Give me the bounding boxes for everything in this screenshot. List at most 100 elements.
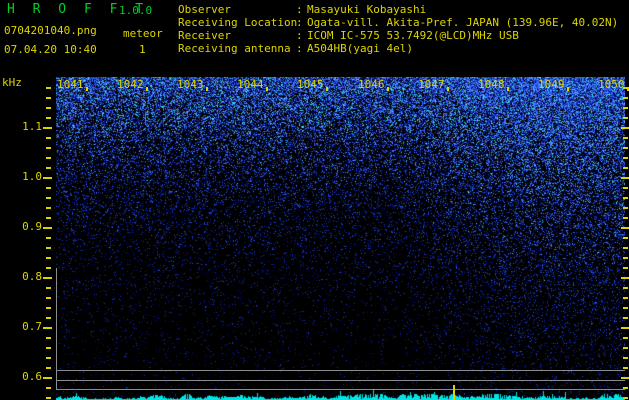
freq-tick-left bbox=[46, 97, 51, 99]
info-value: ICOM IC-575 53.7492(@LCD)MHz USB bbox=[307, 29, 519, 42]
freq-tick-right bbox=[623, 157, 628, 159]
freq-tick-right bbox=[623, 97, 628, 99]
freq-tick-right bbox=[621, 227, 629, 229]
app-version: 1.0.0 bbox=[119, 4, 153, 17]
info-label: Observer bbox=[178, 3, 231, 16]
freq-tick-right bbox=[623, 287, 628, 289]
freq-axis-label: 0.8 bbox=[22, 270, 42, 283]
freq-tick-left bbox=[46, 307, 51, 309]
time-tick bbox=[86, 87, 88, 91]
freq-axis-label: 0.6 bbox=[22, 370, 42, 383]
freq-tick-right bbox=[623, 247, 628, 249]
freq-tick-right bbox=[623, 347, 628, 349]
station-info: Observer: Masayuki Kobayashi Receiving Lo… bbox=[178, 3, 618, 55]
info-label: Receiving antenna bbox=[178, 42, 291, 55]
time-axis-label: 1044 bbox=[237, 78, 264, 91]
freq-tick-right bbox=[623, 147, 628, 149]
freq-tick-left bbox=[46, 247, 51, 249]
freq-tick-right bbox=[621, 177, 629, 179]
time-tick bbox=[326, 87, 328, 91]
time-axis-label: 1046 bbox=[358, 78, 385, 91]
freq-tick-left bbox=[46, 157, 51, 159]
freq-tick-left bbox=[46, 257, 51, 259]
freq-axis-label: 1.0 bbox=[22, 170, 42, 183]
time-axis-label: 1043 bbox=[177, 78, 204, 91]
info-row-antenna: Receiving antenna: A504HB(yagi 4el) bbox=[178, 42, 618, 55]
time-tick bbox=[447, 87, 449, 91]
time-axis-label: 1050 bbox=[598, 78, 625, 91]
info-separator: : bbox=[296, 42, 303, 55]
freq-tick-right bbox=[623, 107, 628, 109]
time-tick bbox=[567, 87, 569, 91]
time-axis-label: 1049 bbox=[538, 78, 565, 91]
freq-tick-right bbox=[623, 317, 628, 319]
info-value: A504HB(yagi 4el) bbox=[307, 42, 413, 55]
freq-tick-right bbox=[623, 137, 628, 139]
time-tick bbox=[387, 87, 389, 91]
info-row-observer: Observer: Masayuki Kobayashi bbox=[178, 3, 618, 16]
freq-tick-left bbox=[46, 217, 51, 219]
info-separator: : bbox=[296, 16, 303, 29]
echo-count: 1 bbox=[139, 43, 146, 56]
output-filename: 0704201040.png bbox=[4, 24, 97, 37]
freq-tick-left bbox=[46, 117, 51, 119]
time-tick bbox=[206, 87, 208, 91]
freq-tick-right bbox=[623, 187, 628, 189]
freq-tick-left bbox=[46, 297, 51, 299]
freq-tick-right bbox=[623, 257, 628, 259]
freq-tick-left bbox=[46, 287, 51, 289]
time-tick bbox=[146, 87, 148, 91]
freq-tick-left bbox=[46, 137, 51, 139]
time-axis-label: 1045 bbox=[297, 78, 324, 91]
freq-tick-left bbox=[46, 347, 51, 349]
freq-tick-right bbox=[623, 337, 628, 339]
freq-tick-left bbox=[46, 267, 51, 269]
time-axis-label: 1048 bbox=[478, 78, 505, 91]
hrofft-output: H R O F F T 1.0.0 0704201040.png meteor … bbox=[0, 0, 629, 400]
scale-line bbox=[56, 380, 625, 381]
freq-tick-left bbox=[46, 147, 51, 149]
freq-tick-left bbox=[43, 177, 52, 179]
freq-tick-left bbox=[46, 87, 51, 89]
info-row-receiver: Receiver: ICOM IC-575 53.7492(@LCD)MHz US… bbox=[178, 29, 618, 42]
info-separator: : bbox=[296, 29, 303, 42]
time-axis-label: 1041 bbox=[57, 78, 84, 91]
info-label: Receiver bbox=[178, 29, 231, 42]
freq-tick-right bbox=[623, 207, 628, 209]
freq-tick-right bbox=[623, 267, 628, 269]
freq-tick-left bbox=[46, 107, 51, 109]
time-axis-label: 1047 bbox=[418, 78, 445, 91]
freq-tick-left bbox=[43, 277, 52, 279]
freq-tick-left bbox=[43, 127, 52, 129]
freq-tick-right bbox=[623, 237, 628, 239]
freq-tick-right bbox=[623, 217, 628, 219]
freq-tick-left bbox=[46, 317, 51, 319]
freq-tick-left bbox=[46, 397, 51, 399]
freq-tick-left bbox=[46, 187, 51, 189]
freq-tick-left bbox=[46, 387, 51, 389]
freq-tick-right bbox=[621, 377, 629, 379]
freq-tick-right bbox=[621, 127, 629, 129]
freq-tick-right bbox=[623, 297, 628, 299]
scale-line bbox=[56, 370, 625, 371]
freq-tick-right bbox=[623, 117, 628, 119]
plot-left-border bbox=[56, 268, 57, 389]
freq-axis-label: 1.1 bbox=[22, 120, 42, 133]
freq-tick-right bbox=[623, 357, 628, 359]
freq-tick-left bbox=[46, 367, 51, 369]
info-value: Ogata-vill. Akita-Pref. JAPAN (139.96E, … bbox=[307, 16, 619, 29]
freq-unit-label: kHz bbox=[2, 76, 22, 89]
freq-tick-right bbox=[623, 307, 628, 309]
info-row-location: Receiving Location: Ogata-vill. Akita-Pre… bbox=[178, 16, 618, 29]
info-value: Masayuki Kobayashi bbox=[307, 3, 427, 16]
time-marker-line bbox=[453, 385, 455, 400]
freq-axis-label: 0.7 bbox=[22, 320, 42, 333]
freq-tick-right bbox=[623, 197, 628, 199]
freq-tick-left bbox=[43, 377, 52, 379]
freq-tick-right bbox=[623, 367, 628, 369]
freq-axis-label: 0.9 bbox=[22, 220, 42, 233]
freq-tick-right bbox=[621, 327, 629, 329]
freq-tick-left bbox=[46, 357, 51, 359]
freq-tick-left bbox=[43, 327, 52, 329]
time-axis-label: 1042 bbox=[117, 78, 144, 91]
